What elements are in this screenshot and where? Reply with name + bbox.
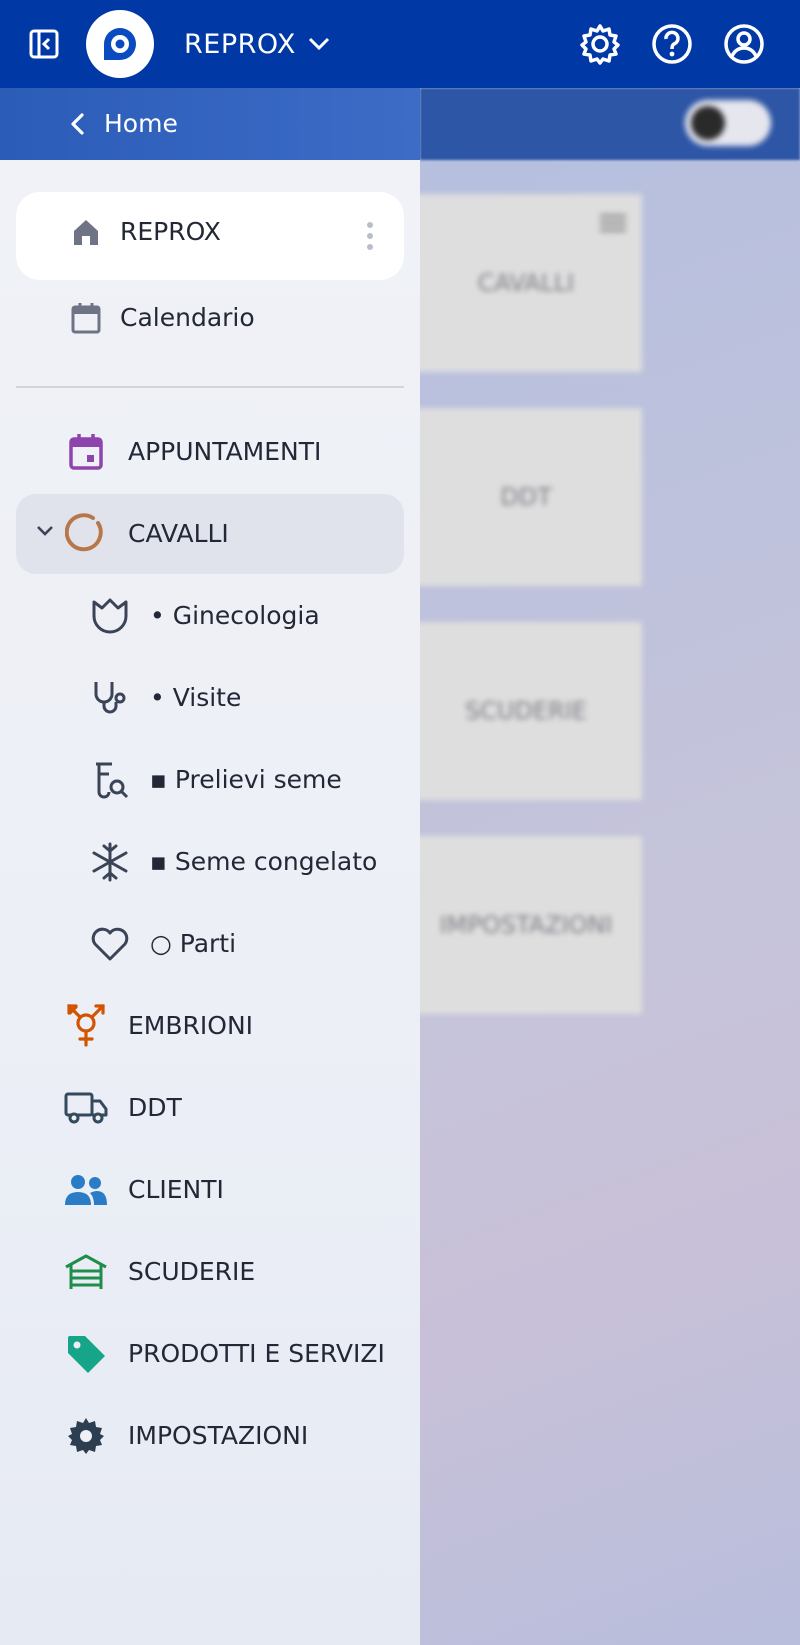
nav-item-label: SCUDERIE [128,1257,256,1286]
nav-item-label: PRODOTTI E SERVIZI [128,1339,385,1368]
nav-subitem-parti[interactable]: ○ Parti [16,904,404,984]
background-card: CAVALLI [420,194,642,372]
nav-item-label: DDT [128,1093,182,1122]
menu-icon [600,214,626,232]
home-link[interactable]: Home [104,106,178,142]
nav-item-label: ○ Parti [150,929,237,958]
horseshoe-icon [64,512,108,556]
top-app-bar: REPROX [0,0,800,88]
calendar-icon [64,296,108,340]
drawer-header[interactable]: Home [0,88,420,160]
background-card: IMPOSTAZIONI [420,836,642,1014]
more-options-icon[interactable] [366,222,374,250]
background-card: SCUDERIE [420,622,642,800]
snowflake-icon [88,840,132,884]
nav-item-ddt[interactable]: DDT [16,1068,404,1148]
toggle-knob [691,106,725,140]
gear-icon[interactable] [578,22,622,66]
heart-icon [88,922,132,966]
app-switcher[interactable]: REPROX [184,24,330,64]
chevron-down-icon [308,37,329,51]
nav-item-cavalli[interactable]: CAVALLI [16,494,404,574]
nav-subitem-visite[interactable]: • Visite [16,658,404,738]
settings-icon [64,1414,108,1458]
home-icon [64,210,108,254]
nav-item-calendario[interactable]: Calendario [16,278,404,358]
background-card: DDT [420,408,642,586]
account-icon[interactable] [722,22,766,66]
chevron-down-icon[interactable] [34,520,56,542]
gender-icon [64,1004,108,1048]
nav-subitem-ginecologia[interactable]: • Ginecologia [16,576,404,656]
test-tube-search-icon [88,758,132,802]
chevron-left-icon [71,113,84,135]
nav-item-label: • Visite [150,683,242,712]
nav-item-label: ▪ Seme congelato [150,847,378,876]
nav-item-clienti[interactable]: CLIENTI [16,1150,404,1230]
nav-item-label: EMBRIONI [128,1011,254,1040]
users-icon [64,1168,108,1212]
stethoscope-icon [88,676,132,720]
nav-item-label: Calendario [120,303,255,332]
nav-subitem-prelievi-seme[interactable]: ▪ Prelievi seme [16,740,404,820]
nav-item-label: CLIENTI [128,1175,224,1204]
warehouse-icon [64,1250,108,1294]
nav-item-label: REPROX [120,217,221,246]
drawer-divider [16,386,404,388]
nav-item-label: ▪ Prelievi seme [150,765,342,794]
navigation-drawer: Home REPROX Calendario APPUNTAMENTI CAVA… [0,88,420,1645]
sidebar-collapse-icon[interactable] [28,28,60,60]
nav-item-appuntamenti[interactable]: APPUNTAMENTI [16,412,404,492]
nav-item-embrioni[interactable]: EMBRIONI [16,986,404,1066]
help-icon[interactable] [650,22,694,66]
tulip-icon [88,594,132,638]
nav-subitem-seme-congelato[interactable]: ▪ Seme congelato [16,822,404,902]
nav-item-label: APPUNTAMENTI [128,437,322,466]
tag-icon [64,1332,108,1376]
app-name: REPROX [184,28,296,60]
nav-item-reprox[interactable]: REPROX [16,192,404,280]
nav-item-label: • Ginecologia [150,601,320,630]
truck-icon [64,1086,108,1130]
nav-item-impostazioni[interactable]: IMPOSTAZIONI [16,1396,404,1476]
logo-icon[interactable] [86,10,154,78]
calendar-event-icon [64,430,108,474]
background-content: CAVALLI DDT SCUDERIE IMPOSTAZIONI [420,88,800,1645]
dark-mode-toggle[interactable] [685,100,771,146]
nav-item-prodotti-e-servizi[interactable]: PRODOTTI E SERVIZI [16,1314,404,1394]
nav-item-label: CAVALLI [128,519,229,548]
nav-item-scuderie[interactable]: SCUDERIE [16,1232,404,1312]
nav-item-label: IMPOSTAZIONI [128,1421,309,1450]
